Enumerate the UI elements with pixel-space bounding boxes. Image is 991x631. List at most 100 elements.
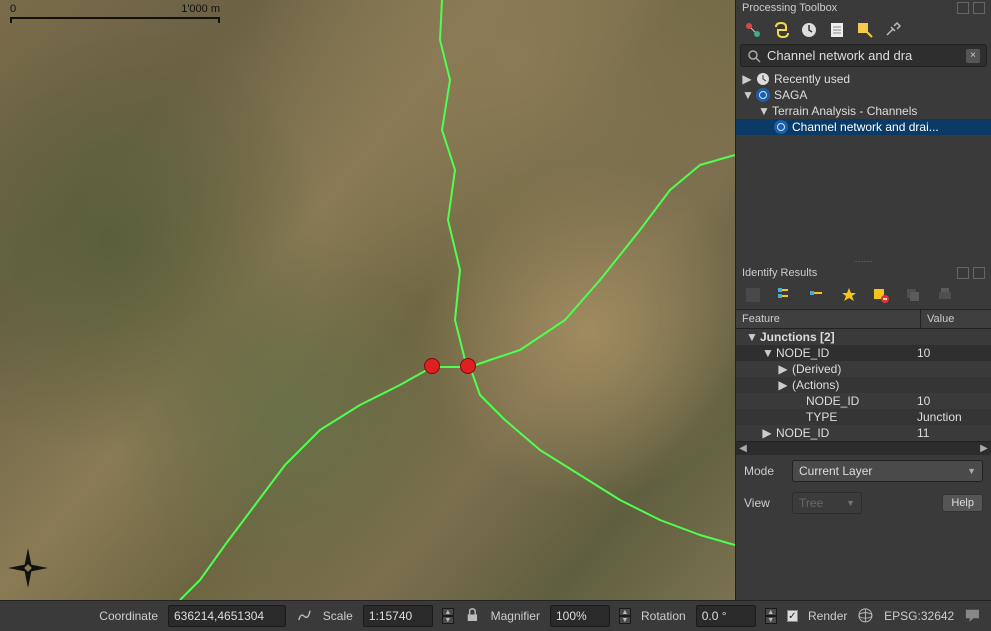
result-actions-row[interactable]: ▶ (Actions) (736, 377, 991, 393)
expand-icon[interactable]: ▶ (778, 378, 788, 392)
help-button[interactable]: Help (942, 494, 983, 512)
identify-mode-row: Mode Current Layer ▼ (736, 455, 991, 487)
crs-label[interactable]: EPSG:32642 (884, 609, 954, 623)
identify-results-header: Feature Value (736, 309, 991, 329)
feature-value: 10 (917, 346, 987, 360)
scale-spinner[interactable]: ▲▼ (442, 608, 454, 624)
processing-toolbar (736, 16, 991, 44)
mode-value: Current Layer (799, 464, 872, 478)
tree-label: Channel network and drai... (792, 120, 939, 134)
processing-search-input[interactable] (767, 48, 960, 63)
dock-splitter[interactable]: ······ (736, 257, 991, 265)
copy-feature-icon[interactable] (904, 286, 922, 304)
collapse-icon[interactable]: ▼ (762, 346, 772, 360)
collapse-tree-icon[interactable] (808, 286, 826, 304)
edit-in-place-icon[interactable] (856, 21, 874, 39)
undock-icon[interactable] (957, 267, 969, 279)
identify-mode-select[interactable]: Current Layer ▼ (792, 460, 983, 482)
collapse-icon[interactable]: ▼ (742, 88, 752, 102)
processing-search[interactable]: × (740, 44, 987, 67)
view-feature-form-icon[interactable] (744, 286, 762, 304)
expand-new-results-icon[interactable] (840, 286, 858, 304)
expand-icon[interactable]: ▶ (742, 72, 752, 86)
identify-results-tree[interactable]: ▼ Junctions [2] ▼ NODE_ID 10 ▶(Derived) ▶ (… (736, 329, 991, 441)
col-value[interactable]: Value (921, 310, 991, 328)
col-feature[interactable]: Feature (736, 310, 921, 328)
view-value: Tree (799, 496, 823, 510)
right-dock: Processing Toolbox × ▶ Recently used (735, 0, 991, 600)
scale-input[interactable] (363, 605, 433, 627)
junction-marker[interactable] (424, 358, 440, 374)
toggle-extents-icon[interactable] (296, 607, 313, 625)
north-arrow (8, 548, 48, 588)
tree-label: SAGA (774, 88, 807, 102)
magnifier-input[interactable] (550, 605, 610, 627)
scroll-right-icon[interactable]: ▶ (979, 444, 989, 454)
result-attr-row[interactable]: TYPE Junction (736, 409, 991, 425)
tree-label: Terrain Analysis - Channels (772, 104, 917, 118)
rotation-spinner[interactable]: ▲▼ (765, 608, 777, 624)
model-designer-icon[interactable] (744, 21, 762, 39)
expand-icon[interactable]: ▶ (778, 362, 788, 376)
identify-results-panel: Identify Results Feature Value ▼Junction… (736, 265, 991, 600)
identify-toolbar (736, 281, 991, 309)
map-canvas[interactable]: 0 1'000 m (0, 0, 735, 600)
magnifier-spinner[interactable]: ▲▼ (619, 608, 631, 624)
view-label: View (744, 496, 784, 510)
expand-tree-icon[interactable] (776, 286, 794, 304)
magnifier-label: Magnifier (491, 609, 540, 623)
crs-icon[interactable] (857, 607, 874, 625)
attr-value: 10 (917, 394, 987, 408)
attr-name: NODE_ID (806, 394, 859, 408)
tree-algo-channel-network[interactable]: Channel network and drai... (736, 119, 991, 135)
processing-algorithm-tree[interactable]: ▶ Recently used ▼ SAGA ▼ Terrain Analysi… (736, 71, 991, 257)
options-icon[interactable] (884, 21, 902, 39)
coordinate-input[interactable] (168, 605, 286, 627)
result-derived-row[interactable]: ▶(Derived) (736, 361, 991, 377)
tree-recently-used[interactable]: ▶ Recently used (736, 71, 991, 87)
feature-id: NODE_ID (776, 346, 829, 360)
result-attr-row[interactable]: NODE_ID 10 (736, 393, 991, 409)
layer-name: Junctions [2] (760, 330, 835, 344)
map-scale-bar: 0 1'000 m (10, 3, 220, 23)
close-icon[interactable] (973, 267, 985, 279)
collapse-icon[interactable]: ▼ (758, 104, 768, 118)
result-feature-row[interactable]: ▶ NODE_ID 11 (736, 425, 991, 441)
tree-group-terrain-channels[interactable]: ▼ Terrain Analysis - Channels (736, 103, 991, 119)
lock-scale-icon[interactable] (464, 607, 481, 625)
print-icon[interactable] (936, 286, 954, 304)
tree-provider-saga[interactable]: ▼ SAGA (736, 87, 991, 103)
search-icon (747, 49, 761, 63)
attr-value: Junction (917, 410, 987, 424)
render-checkbox[interactable]: ✓ (787, 610, 798, 622)
messages-icon[interactable] (964, 607, 981, 625)
coordinate-label: Coordinate (99, 609, 158, 623)
results-viewer-icon[interactable] (828, 21, 846, 39)
expand-icon[interactable]: ▶ (762, 426, 772, 440)
chevron-down-icon: ▼ (846, 498, 855, 508)
identify-view-select: Tree ▼ (792, 492, 862, 514)
identify-view-row: View Tree ▼ Help (736, 487, 991, 519)
history-icon[interactable] (800, 21, 818, 39)
feature-id: NODE_ID (776, 426, 829, 440)
python-icon[interactable] (772, 21, 790, 39)
rotation-input[interactable] (696, 605, 756, 627)
clear-search-icon[interactable]: × (966, 49, 980, 63)
junction-marker[interactable] (460, 358, 476, 374)
result-layer-row[interactable]: ▼ Junctions [2] (736, 329, 991, 345)
feature-value: 11 (917, 426, 987, 440)
render-label: Render (808, 609, 847, 623)
actions-label: (Actions) (792, 378, 839, 392)
close-icon[interactable] (973, 2, 985, 14)
clear-results-icon[interactable] (872, 286, 890, 304)
attr-name: TYPE (806, 410, 837, 424)
channel-network-lines (0, 0, 735, 600)
horizontal-scrollbar[interactable]: ◀ ▶ (736, 441, 991, 455)
scroll-left-icon[interactable]: ◀ (738, 444, 748, 454)
undock-icon[interactable] (957, 2, 969, 14)
chevron-down-icon: ▼ (967, 466, 976, 476)
scale-bar-zero: 0 (10, 3, 16, 15)
result-feature-row[interactable]: ▼ NODE_ID 10 (736, 345, 991, 361)
scale-label: Scale (323, 609, 353, 623)
collapse-icon[interactable]: ▼ (746, 330, 756, 344)
